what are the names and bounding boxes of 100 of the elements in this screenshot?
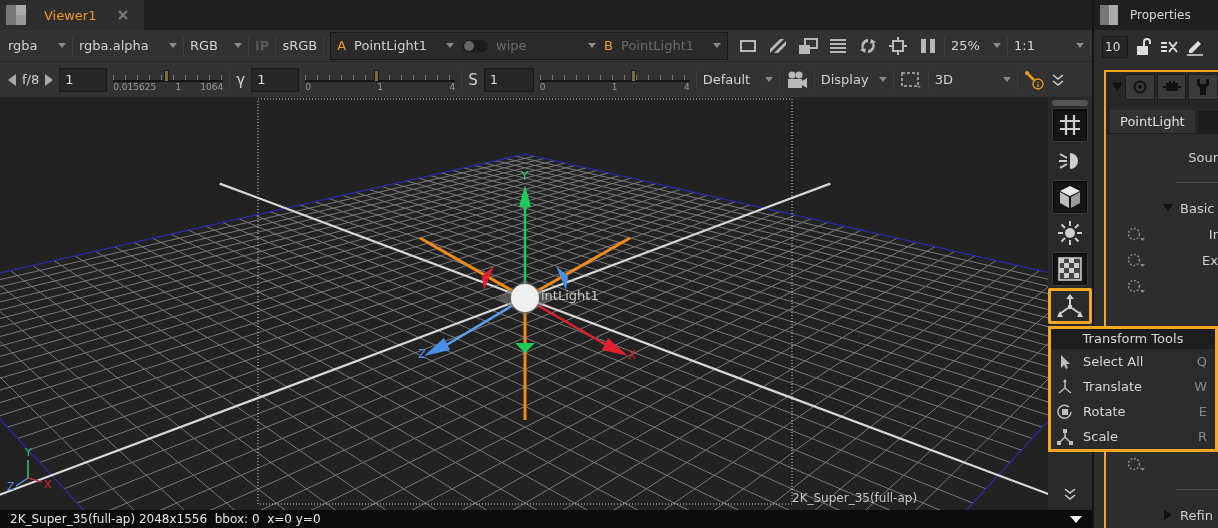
node-button[interactable] <box>1125 74 1155 100</box>
dashed-rectangle-icon[interactable] <box>899 70 922 89</box>
axis-label: Z <box>7 480 15 493</box>
caret-icon <box>446 43 455 48</box>
caret-icon <box>169 43 177 48</box>
overlap-icon[interactable] <box>798 36 818 55</box>
shortcut-key: W <box>1194 379 1207 394</box>
target-icon <box>1132 80 1147 94</box>
camera-icon[interactable] <box>785 70 808 89</box>
stripes-icon[interactable] <box>768 36 788 55</box>
shortcut-key: Q <box>1196 354 1207 369</box>
menu-item[interactable]: Select All Q <box>1051 349 1215 374</box>
sun-icon <box>1057 220 1083 246</box>
menu-item[interactable]: Scale R <box>1051 424 1215 449</box>
section-title[interactable]: Basic <box>1180 200 1215 216</box>
node-tab[interactable]: PointLight <box>1110 110 1195 133</box>
slider-thumb[interactable] <box>630 69 636 82</box>
animation-menu-icon[interactable] <box>1126 252 1146 268</box>
double-chevron-icon[interactable] <box>1051 72 1064 87</box>
pencil-icon[interactable] <box>1186 38 1204 56</box>
caret-icon <box>234 43 242 48</box>
max-panels-field[interactable]: 10 <box>1102 36 1128 58</box>
next-stop-icon[interactable] <box>45 73 54 86</box>
slider-thumb[interactable] <box>373 69 379 82</box>
viewer-tool-button[interactable] <box>1048 288 1092 324</box>
node-button[interactable] <box>1156 74 1187 100</box>
viewer-node-icon <box>1162 81 1181 93</box>
menu-item[interactable]: Translate W <box>1051 374 1215 399</box>
channel-dropdown[interactable]: rgba.alpha <box>79 38 177 53</box>
caret-icon <box>878 77 887 82</box>
axis-label: X <box>44 478 52 491</box>
caret-icon <box>588 43 597 48</box>
checkerboard-icon <box>1057 256 1083 282</box>
tick-label: 1 <box>175 81 182 92</box>
axis-label: Y <box>521 169 529 183</box>
lock-icon[interactable] <box>1136 38 1152 56</box>
parameter-label: Ex <box>1202 252 1218 268</box>
viewer-tool-button[interactable] <box>1052 108 1088 142</box>
shortcut-key: E <box>1198 404 1207 419</box>
transform-axes-icon <box>1057 294 1083 318</box>
gain-field[interactable]: 1 <box>59 67 108 92</box>
gamma-symbol: γ <box>236 70 246 89</box>
input-letter: B <box>604 38 613 53</box>
saturation-field[interactable]: 1 <box>483 67 534 92</box>
viewer-tool-button[interactable] <box>1052 252 1088 286</box>
axis-label: Z <box>418 347 427 361</box>
view-mode-dropdown[interactable]: Default <box>702 72 773 87</box>
caret-icon <box>713 43 721 48</box>
dropdown-triangle-icon[interactable] <box>1070 515 1082 523</box>
parameter-label: Ir <box>1208 226 1218 242</box>
tick-label: 0.015625 <box>113 81 157 92</box>
axis-label: X <box>628 348 637 362</box>
lines-icon[interactable] <box>828 36 848 55</box>
gamma-field[interactable]: 1 <box>251 67 300 92</box>
scale-icon <box>1057 428 1073 445</box>
caret-icon <box>58 43 66 48</box>
animation-menu-icon[interactable] <box>1126 226 1146 242</box>
previous-stop-icon[interactable] <box>8 73 16 86</box>
menu-item[interactable]: Rotate E <box>1051 399 1215 424</box>
animation-menu-icon[interactable] <box>1126 456 1146 472</box>
tick-label: 0 <box>539 81 546 92</box>
tick-label: 1064 <box>200 81 224 92</box>
sync-icon[interactable] <box>858 36 878 55</box>
caret-icon <box>1002 77 1011 82</box>
node-button[interactable] <box>1188 74 1218 100</box>
display-dropdown[interactable]: Display <box>820 72 887 87</box>
mode-dropdown[interactable]: 3D <box>934 72 1011 87</box>
section-title[interactable]: Refin <box>1180 507 1213 523</box>
channels-dropdown[interactable]: rgba <box>8 38 66 53</box>
ratio-dropdown[interactable]: 1:1 <box>1014 38 1084 53</box>
tick-label: 0 <box>305 81 311 92</box>
rotate-icon <box>1057 403 1073 420</box>
zoom-dropdown[interactable]: 25% <box>951 38 1001 53</box>
viewer-tab[interactable]: Viewer1 <box>32 0 145 30</box>
slider-thumb[interactable] <box>164 69 170 82</box>
caret-icon <box>1076 43 1084 48</box>
input-a-dropdown[interactable]: PointLight1 <box>354 38 455 53</box>
menu-title: Transform Tools <box>1051 329 1215 349</box>
display-channels-dropdown[interactable]: RGB <box>190 38 242 53</box>
axis-label: Y <box>25 446 32 459</box>
caret-icon <box>993 43 1001 48</box>
double-chevron-icon[interactable] <box>1064 487 1076 501</box>
lut-label[interactable]: sRGB <box>282 38 318 53</box>
tick-label: 4 <box>683 81 690 92</box>
wipe-toggle[interactable] <box>462 39 489 52</box>
viewer-tool-button[interactable] <box>1052 180 1088 214</box>
input-letter: A <box>337 38 347 53</box>
tick-label: 1 <box>377 81 383 92</box>
animation-menu-icon[interactable] <box>1126 278 1146 294</box>
toolbar-handle[interactable] <box>1052 100 1088 106</box>
close-icon[interactable] <box>118 10 129 20</box>
crosshair-icon[interactable] <box>888 36 908 55</box>
clear-icon[interactable] <box>1160 40 1178 54</box>
format-label: 2K_Super_35(full-ap) <box>792 491 918 505</box>
pause-icon[interactable] <box>918 36 938 55</box>
saturation-symbol: S <box>468 70 478 89</box>
node-label: intLight1 <box>541 288 599 303</box>
color-picker-icon[interactable] <box>1023 69 1046 90</box>
corner-axes-drawing <box>15 459 43 487</box>
viewport-3d[interactable]: Y Z X intLight1 2K_Super_35(full-ap) Y Z X <box>0 98 1048 510</box>
